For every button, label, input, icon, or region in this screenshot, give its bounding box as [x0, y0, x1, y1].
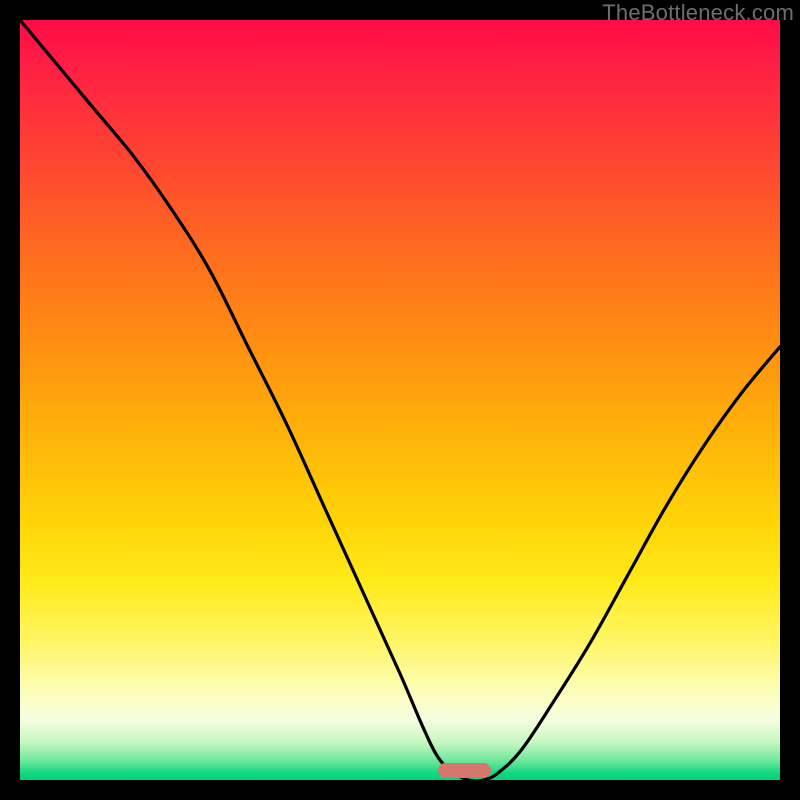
bottleneck-curve: [20, 20, 780, 780]
chart-frame: TheBottleneck.com: [0, 0, 800, 800]
watermark-text: TheBottleneck.com: [602, 0, 794, 26]
plot-area: [20, 20, 780, 780]
curve-layer: [20, 20, 780, 780]
optimal-range-marker: [438, 763, 491, 778]
